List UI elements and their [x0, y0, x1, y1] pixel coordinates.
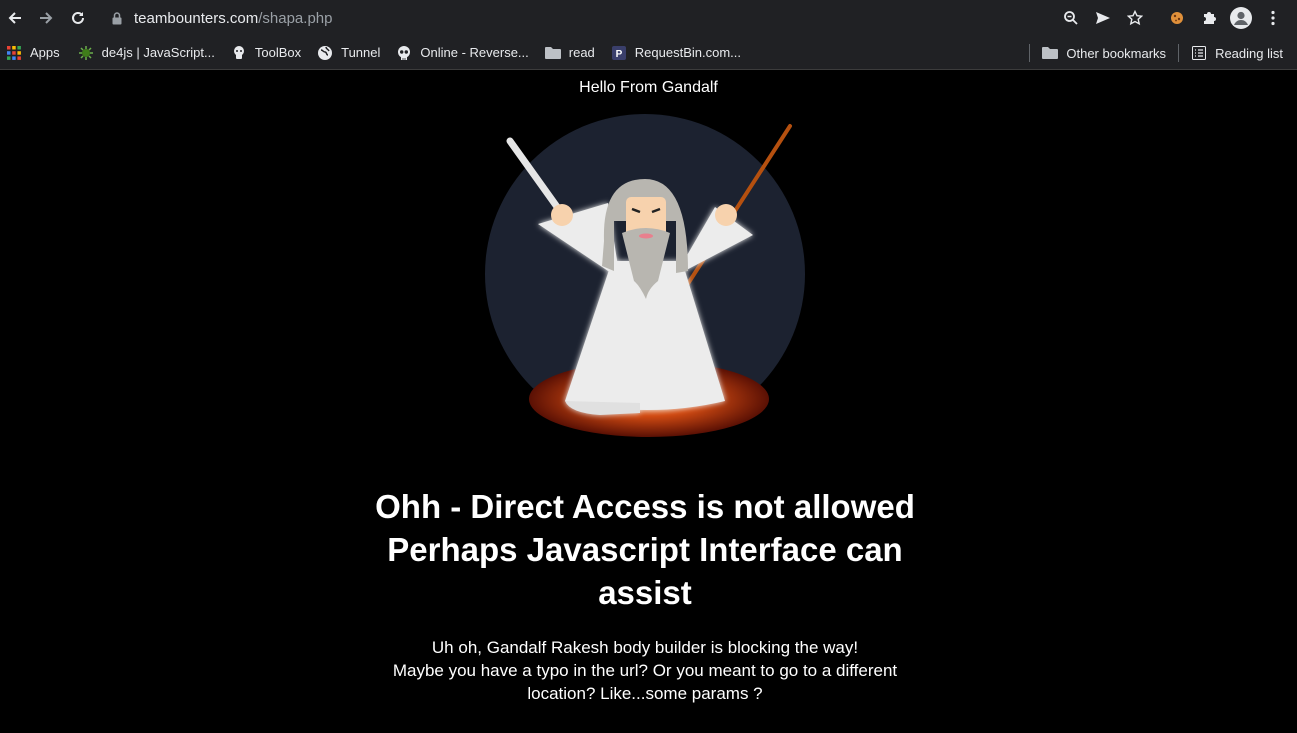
bookmark-star-button[interactable] — [1119, 3, 1151, 33]
left-hand — [551, 204, 573, 226]
puzzle-icon — [1204, 12, 1216, 24]
de4js-icon — [78, 45, 94, 61]
description-line: Maybe you have a typo in the url? Or you… — [392, 661, 898, 680]
hello-text: Hello From Gandalf — [579, 79, 718, 96]
extensions-menu-button[interactable] — [1193, 3, 1225, 33]
bookmark-toolbox[interactable]: ToolBox — [225, 39, 307, 67]
zoom-button[interactable] — [1055, 3, 1087, 33]
headline-line: assist — [598, 574, 692, 611]
browser-toolbar: teambounters.com/shapa.php — [0, 0, 1297, 36]
reading-list-label: Reading list — [1215, 45, 1283, 61]
mouth — [639, 233, 653, 239]
svg-text:P: P — [615, 49, 622, 60]
reload-icon — [72, 11, 84, 24]
profile-button[interactable] — [1225, 3, 1257, 33]
profile-avatar-icon — [1230, 7, 1252, 29]
arrow-right-icon — [40, 12, 53, 24]
bookmark-label: Apps — [30, 45, 60, 60]
bookmarks-bar: Apps de4js | JavaScript... ToolBox Tunne… — [0, 36, 1297, 70]
bookmark-label: read — [568, 45, 595, 60]
url-host: teambounters.com — [134, 9, 259, 27]
bookmark-tunnel[interactable]: Tunnel — [311, 39, 386, 67]
reading-list[interactable]: Reading list — [1185, 39, 1289, 67]
address-bar[interactable]: teambounters.com/shapa.php — [104, 5, 1054, 31]
bookmark-label: de4js | JavaScript... — [101, 45, 215, 60]
other-bookmarks-label: Other bookmarks — [1066, 45, 1167, 61]
toolbox-icon — [231, 45, 247, 61]
bookmark-read[interactable]: read — [539, 39, 601, 67]
description-line: location? Like...some params ? — [527, 684, 763, 703]
gandalf-illustration — [485, 114, 805, 437]
reload-button[interactable] — [63, 3, 93, 33]
toolbar-actions — [1055, 3, 1289, 33]
zoom-icon — [1064, 11, 1078, 25]
cookie-extension-icon — [1171, 12, 1183, 24]
right-hand — [715, 204, 737, 226]
star-icon — [1127, 10, 1143, 26]
apps-grid-icon — [6, 45, 22, 61]
error-description: Uh oh, Gandalf Rakesh body builder is bl… — [348, 636, 942, 705]
bookmark-online-reverse[interactable]: Online - Reverse... — [390, 39, 534, 67]
other-bookmarks[interactable]: Other bookmarks — [1036, 39, 1172, 67]
bookmark-label: Online - Reverse... — [420, 45, 529, 60]
arrow-left-icon — [8, 12, 21, 24]
send-button[interactable] — [1087, 3, 1119, 33]
folder-icon — [1042, 45, 1059, 61]
lock-icon — [112, 11, 122, 24]
folder-icon — [544, 45, 561, 61]
headline-line: Perhaps Javascript Interface can — [387, 531, 903, 568]
send-icon — [1096, 12, 1110, 24]
browser-menu-button[interactable] — [1257, 3, 1289, 33]
kebab-menu-icon — [1271, 10, 1275, 26]
reading-list-icon — [1191, 45, 1207, 61]
extension-button[interactable] — [1161, 3, 1193, 33]
globe-icon — [317, 45, 333, 61]
error-headline: Ohh - Direct Access is not allowed Perha… — [348, 485, 942, 614]
skull-icon — [396, 45, 412, 61]
bookmark-de4js[interactable]: de4js | JavaScript... — [72, 39, 221, 67]
url-path: /shapa.php — [258, 9, 333, 27]
bookmark-label: RequestBin.com... — [634, 45, 742, 60]
bookmark-label: Tunnel — [341, 45, 381, 60]
bookmark-label: ToolBox — [254, 45, 302, 60]
forward-button[interactable] — [31, 3, 61, 33]
headline-line: Ohh - Direct Access is not allowed — [375, 488, 915, 525]
requestbin-icon: P — [611, 45, 627, 61]
bookmark-requestbin[interactable]: P RequestBin.com... — [605, 39, 747, 67]
bookmarks-divider — [1029, 44, 1031, 62]
back-button[interactable] — [0, 3, 30, 33]
page-content: Hello From Gandalf Ohh - Direct Access i… — [0, 71, 1297, 733]
description-line: Uh oh, Gandalf Rakesh body builder is bl… — [431, 638, 859, 657]
bookmarks-right: Other bookmarks Reading list — [1023, 39, 1289, 67]
bookmark-apps[interactable]: Apps — [0, 39, 66, 67]
bookmarks-divider — [1178, 44, 1180, 62]
